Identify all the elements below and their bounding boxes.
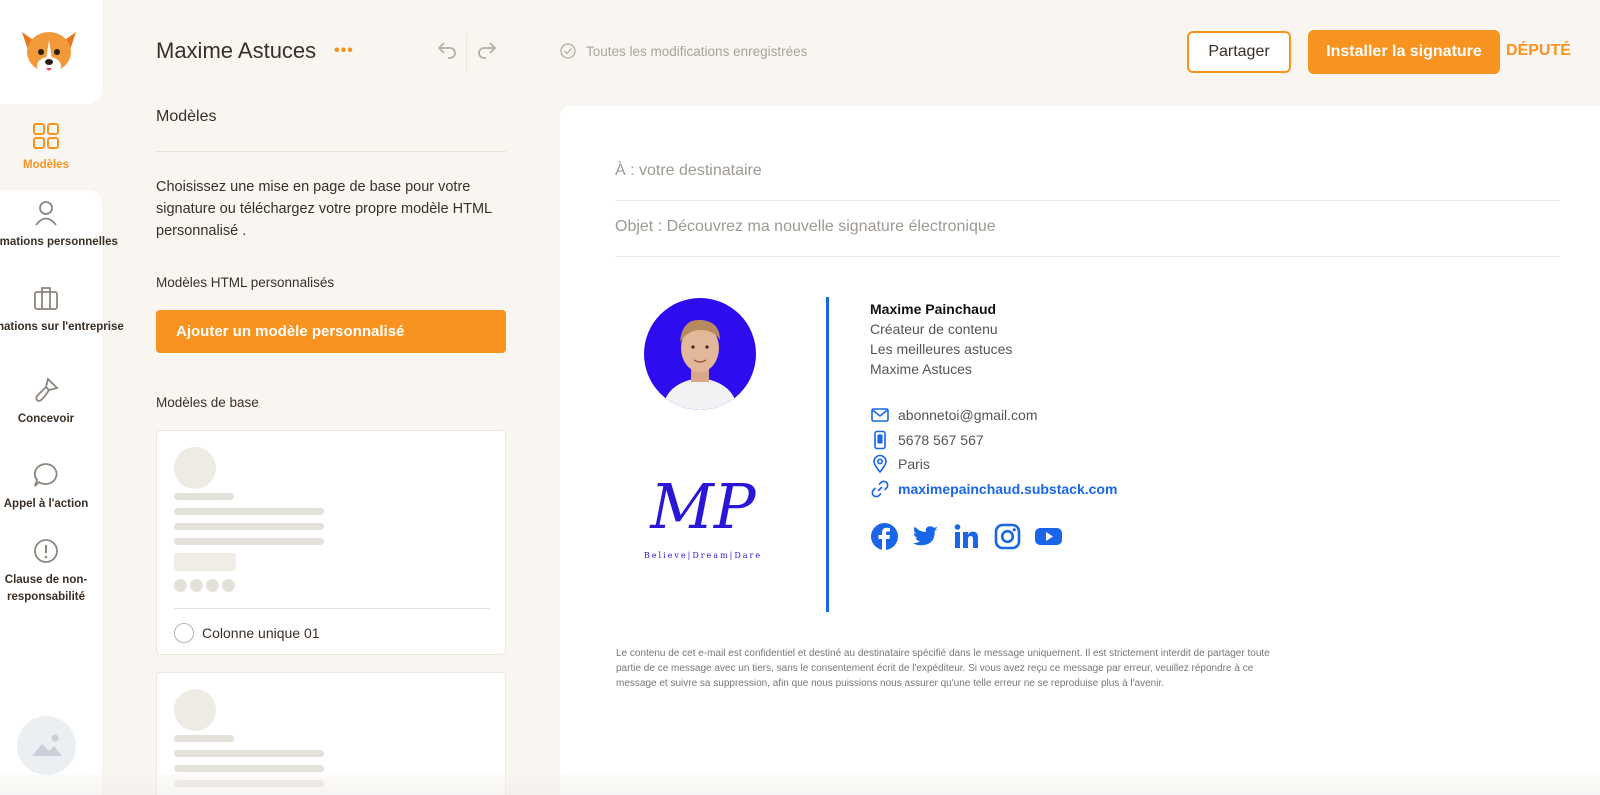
sidebar-item-appel-action[interactable]: Appel à l'action — [0, 460, 92, 513]
template-line — [174, 750, 324, 757]
contact-location: Paris — [870, 454, 930, 474]
alert-circle-icon — [34, 539, 58, 563]
template-separator — [174, 608, 490, 609]
template-card[interactable]: Colonne unique 01 — [156, 430, 506, 655]
share-button[interactable]: Partager — [1187, 31, 1291, 73]
facebook-icon[interactable] — [870, 522, 899, 551]
brush-icon — [35, 377, 59, 402]
logo-tagline: Believe|Dream|Dare — [644, 551, 762, 560]
link-icon — [871, 480, 889, 498]
template-line — [174, 493, 234, 500]
signature-name: Maxime Painchaud — [870, 301, 997, 317]
phone-icon — [874, 430, 886, 450]
signature-title: Créateur de contenu — [870, 321, 998, 337]
disclaimer-text: Le contenu de cet e-mail est confidentie… — [616, 648, 1270, 689]
header-divider — [466, 34, 467, 72]
field-divider — [615, 200, 1560, 201]
dog-logo-icon[interactable] — [16, 26, 82, 78]
sidebar-item-clause[interactable]: Clause de non-responsabilité — [0, 536, 92, 606]
template-line — [174, 735, 234, 742]
linkedin-icon[interactable] — [952, 522, 981, 551]
template-dot — [174, 579, 187, 592]
base-templates-heading: Modèles de base — [156, 395, 259, 410]
sidebar-item-label: Appel à l'action — [3, 498, 89, 510]
panel-description: Choisissez une mise en page de base pour… — [156, 179, 492, 239]
sidebar-item-informations-entreprise[interactable]: Informations sur l'entreprise — [0, 283, 124, 336]
template-line — [174, 538, 324, 545]
add-custom-template-button[interactable]: Ajouter un modèle personnalisé — [156, 310, 506, 353]
image-icon — [32, 734, 62, 756]
email-text: abonnetoi@gmail.com — [898, 407, 1038, 423]
sidebar-item-label: Clause de non-responsabilité — [4, 574, 88, 603]
mail-icon — [871, 408, 889, 422]
template-line — [174, 765, 324, 772]
location-pin-icon — [873, 454, 887, 474]
website-link[interactable]: maximepainchaud.substack.com — [898, 481, 1117, 497]
template-line — [174, 508, 324, 515]
phone-text: 5678 567 567 — [898, 432, 984, 448]
bottom-fade — [0, 775, 1600, 795]
template-radio[interactable] — [174, 623, 194, 643]
more-dots-icon[interactable]: ••• — [334, 42, 354, 60]
email-preview: À : votre destinataire Objet : Découvrez… — [560, 106, 1600, 795]
panel-heading: Modèles — [156, 108, 217, 125]
sidebar-item-label: Concevoir — [17, 413, 75, 425]
logo-card — [0, 0, 102, 104]
instagram-icon[interactable] — [993, 522, 1022, 551]
redo-icon[interactable] — [476, 38, 498, 60]
sidebar-item-informations-personnelles[interactable]: Informations personnelles — [0, 198, 118, 251]
image-upload-button[interactable] — [17, 716, 76, 775]
check-circle-icon — [560, 43, 576, 59]
undo-icon[interactable] — [436, 38, 458, 60]
template-dot — [190, 579, 203, 592]
chat-bubble-icon — [33, 463, 58, 487]
signature-brand: Maxime Astuces — [870, 361, 972, 377]
template-avatar-placeholder — [174, 689, 216, 731]
social-links — [870, 522, 1075, 551]
grid-icon — [33, 123, 59, 149]
panel-divider — [156, 151, 506, 152]
subject-field[interactable]: Objet : Découvrez ma nouvelle signature … — [615, 218, 1560, 236]
page-title: Maxime Astuces — [156, 38, 317, 63]
field-divider — [615, 256, 1560, 257]
template-avatar-placeholder — [174, 447, 216, 489]
install-signature-button[interactable]: Installer la signature — [1308, 30, 1500, 74]
youtube-icon[interactable] — [1034, 522, 1063, 551]
sidebar-item-modeles[interactable]: Modèles — [0, 121, 92, 174]
depute-label[interactable]: DÉPUTÉ — [1506, 42, 1571, 60]
twitter-icon[interactable] — [911, 522, 940, 551]
template-dot — [206, 579, 219, 592]
save-status: Toutes les modifications enregistrées — [586, 44, 808, 59]
sidebar-item-label: Informations sur l'entreprise — [0, 321, 124, 333]
contact-phone: 5678 567 567 — [870, 430, 984, 450]
sidebar-item-concevoir[interactable]: Concevoir — [0, 375, 92, 428]
template-image-placeholder — [174, 553, 236, 571]
contact-email: abonnetoi@gmail.com — [870, 405, 1038, 425]
logo-text: MP — [649, 470, 756, 543]
contact-website[interactable]: maximepainchaud.substack.com — [870, 479, 1117, 499]
recipient-field[interactable]: À : votre destinataire — [615, 162, 1560, 180]
profile-photo — [644, 298, 756, 410]
signature-company: Les meilleures astuces — [870, 341, 1013, 357]
mp-logo: MP Believe|Dream|Dare — [628, 456, 778, 566]
custom-templates-heading: Modèles HTML personnalisés — [156, 275, 335, 290]
user-icon — [35, 201, 57, 226]
template-dot — [222, 579, 235, 592]
sidebar-item-label: Informations personnelles — [0, 236, 118, 248]
template-name: Colonne unique 01 — [202, 625, 320, 641]
sidebar-item-label: Modèles — [22, 159, 69, 171]
briefcase-icon — [34, 287, 58, 310]
city-text: Paris — [898, 456, 930, 472]
template-line — [174, 523, 324, 530]
signature-divider — [826, 297, 829, 612]
